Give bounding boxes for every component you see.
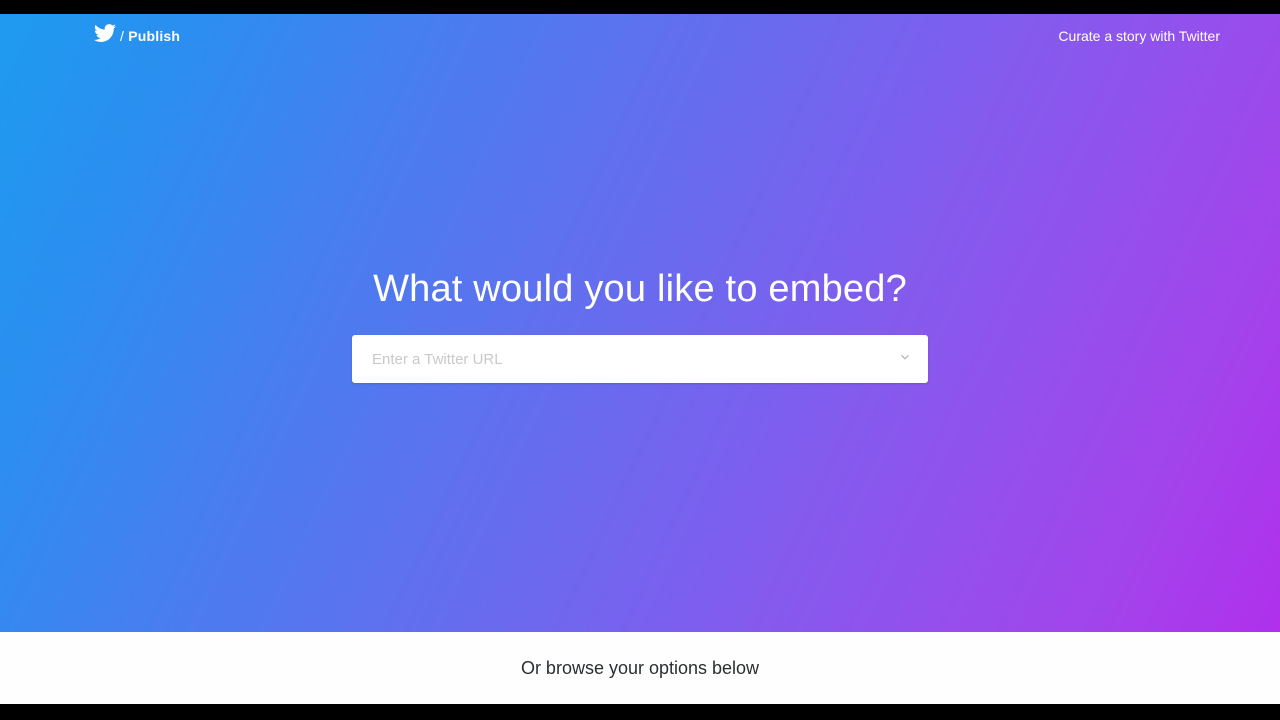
browse-options-section: Or browse your options below xyxy=(0,632,1280,704)
brand[interactable]: / Publish xyxy=(94,22,180,49)
page-title: What would you like to embed? xyxy=(0,268,1280,311)
url-input-container xyxy=(352,335,928,383)
hero-section: / Publish Curate a story with Twitter Wh… xyxy=(0,14,1280,632)
letterbox-bottom xyxy=(0,704,1280,720)
chevron-down-icon[interactable] xyxy=(898,350,912,369)
twitter-url-input[interactable] xyxy=(372,351,898,368)
embed-prompt-block: What would you like to embed? xyxy=(0,268,1280,383)
browse-options-text: Or browse your options below xyxy=(521,658,759,679)
brand-text: / Publish xyxy=(120,28,180,44)
top-nav: / Publish Curate a story with Twitter xyxy=(0,22,1280,49)
letterbox-top xyxy=(0,0,1280,14)
curate-story-link[interactable]: Curate a story with Twitter xyxy=(1058,28,1220,44)
twitter-bird-icon xyxy=(94,22,116,49)
